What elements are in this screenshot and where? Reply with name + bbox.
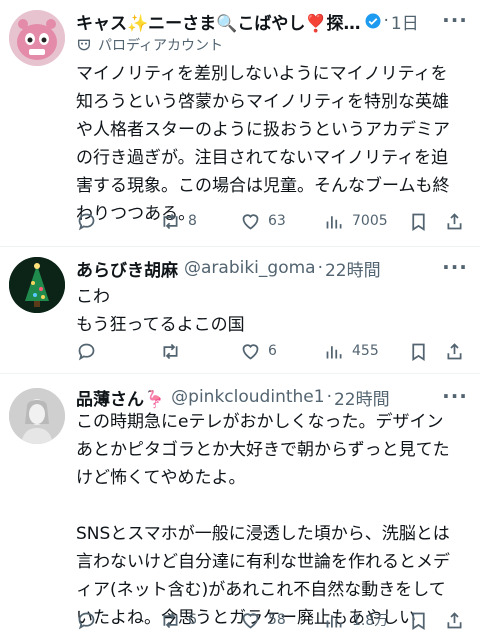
tweet-text-line: こわ <box>76 287 110 307</box>
separator-dot: · <box>383 11 389 31</box>
avatar-statue-image <box>9 388 65 444</box>
display-name[interactable]: あらびき胡麻 <box>76 256 178 281</box>
like-button[interactable]: 63 <box>240 207 286 235</box>
bookmark-button[interactable] <box>408 337 429 365</box>
retweet-button[interactable]: 6 <box>160 606 197 634</box>
tweet-text: こわ もう狂ってるよこの国 <box>76 283 458 339</box>
views-chart-icon <box>326 345 342 358</box>
tweet-text: マイノリティを差別しないようにマイノリティを知ろうという啓蒙からマイノリティを特… <box>76 60 458 228</box>
tweet-text-blank-line <box>76 492 458 520</box>
user-handle[interactable]: @pinkcloudinthe1 <box>171 387 324 407</box>
tweet-text-paragraph: マイノリティを差別しないようにマイノリティを知ろうという啓蒙からマイノリティを特… <box>76 64 450 224</box>
action-bar: 6 58 1.8万 <box>70 606 470 634</box>
avatar[interactable] <box>9 257 65 313</box>
parody-label-text: パロディアカウント <box>98 38 224 54</box>
share-icon <box>447 342 462 359</box>
views-button[interactable]: 7005 <box>324 207 388 235</box>
tweet-text-paragraph: この時期急にeテレがおかしくなった。デザインあとかピタゴラとか大好きで朝からずっ… <box>76 412 450 488</box>
separator-dot: · <box>317 258 323 278</box>
views-button[interactable]: 455 <box>324 337 379 365</box>
tweet-1[interactable]: キャス✨ニーさま🔍こばやし❣️探… · 1日 ··· パロディアカウント マイノ… <box>0 0 480 245</box>
share-button[interactable] <box>444 207 465 235</box>
share-icon <box>447 212 462 229</box>
more-options-button[interactable]: ··· <box>440 384 470 408</box>
like-count: 63 <box>268 213 286 229</box>
tweet-3[interactable]: 品薄さん🦩 @pinkcloudinthe1 · 22時間 ··· この時期急に… <box>0 374 480 641</box>
view-count: 1.8万 <box>352 613 389 629</box>
action-bar: 8 63 7005 <box>70 207 470 235</box>
avatar[interactable] <box>9 388 65 444</box>
heart-icon <box>242 213 259 230</box>
share-button[interactable] <box>444 606 465 634</box>
retweet-icon <box>163 213 178 229</box>
reply-icon <box>78 612 95 629</box>
mask-icon <box>78 39 90 51</box>
view-count: 7005 <box>352 213 388 229</box>
reply-icon <box>78 213 95 230</box>
heart-icon <box>242 612 259 629</box>
user-handle[interactable]: @arabiki_goma <box>184 258 316 278</box>
retweet-count: 8 <box>188 213 197 229</box>
timestamp[interactable]: 22時間 <box>334 385 390 410</box>
share-button[interactable] <box>444 337 465 365</box>
action-bar: 6 455 <box>70 337 470 365</box>
bookmark-icon <box>412 213 425 231</box>
bookmark-button[interactable] <box>408 207 429 235</box>
parody-account-label: パロディアカウント <box>76 34 223 56</box>
reply-button[interactable] <box>76 606 104 634</box>
timestamp[interactable]: 22時間 <box>325 256 381 281</box>
tweet-text-line: もう狂ってるよこの国 <box>76 315 245 335</box>
heart-icon <box>242 343 259 360</box>
view-count: 455 <box>352 343 379 359</box>
bookmark-button[interactable] <box>408 606 429 634</box>
retweet-button[interactable] <box>160 337 188 365</box>
share-icon <box>447 611 462 628</box>
bookmark-icon <box>412 343 425 361</box>
retweet-count: 6 <box>188 612 197 628</box>
verified-badge-icon <box>365 13 381 29</box>
retweet-icon <box>163 343 178 359</box>
avatar-christmas-tree-image <box>9 257 65 313</box>
display-name[interactable]: キャス✨ニーさま🔍こばやし❣️探… <box>76 9 361 34</box>
like-count: 58 <box>268 612 286 628</box>
bookmark-icon <box>412 612 425 630</box>
like-button[interactable]: 58 <box>240 606 286 634</box>
retweet-button[interactable]: 8 <box>160 207 197 235</box>
views-button[interactable]: 1.8万 <box>324 606 388 634</box>
views-chart-icon <box>326 215 342 228</box>
separator-dot: · <box>326 387 332 407</box>
tweet-header: キャス✨ニーさま🔍こばやし❣️探… · 1日 <box>76 8 430 34</box>
tweet-text: この時期急にeテレがおかしくなった。デザインあとかピタゴラとか大好きで朝からずっ… <box>76 408 458 632</box>
more-options-button[interactable]: ··· <box>440 8 470 32</box>
reply-button[interactable] <box>76 337 104 365</box>
tweet-2[interactable]: あらびき胡麻 @arabiki_goma · 22時間 ··· こわ もう狂って… <box>0 247 480 375</box>
display-name[interactable]: 品薄さん🦩 <box>76 385 165 410</box>
avatar-pink-mascot-image <box>9 10 65 66</box>
avatar[interactable] <box>9 10 65 66</box>
retweet-icon <box>163 612 178 628</box>
reply-icon <box>78 343 95 360</box>
like-button[interactable]: 6 <box>240 337 277 365</box>
views-chart-icon <box>326 614 342 627</box>
more-options-button[interactable]: ··· <box>440 255 470 279</box>
tweet-header: あらびき胡麻 @arabiki_goma · 22時間 <box>76 255 430 281</box>
tweet-header: 品薄さん🦩 @pinkcloudinthe1 · 22時間 <box>76 384 430 410</box>
timestamp[interactable]: 1日 <box>391 9 419 34</box>
like-count: 6 <box>268 343 277 359</box>
reply-button[interactable] <box>76 207 104 235</box>
